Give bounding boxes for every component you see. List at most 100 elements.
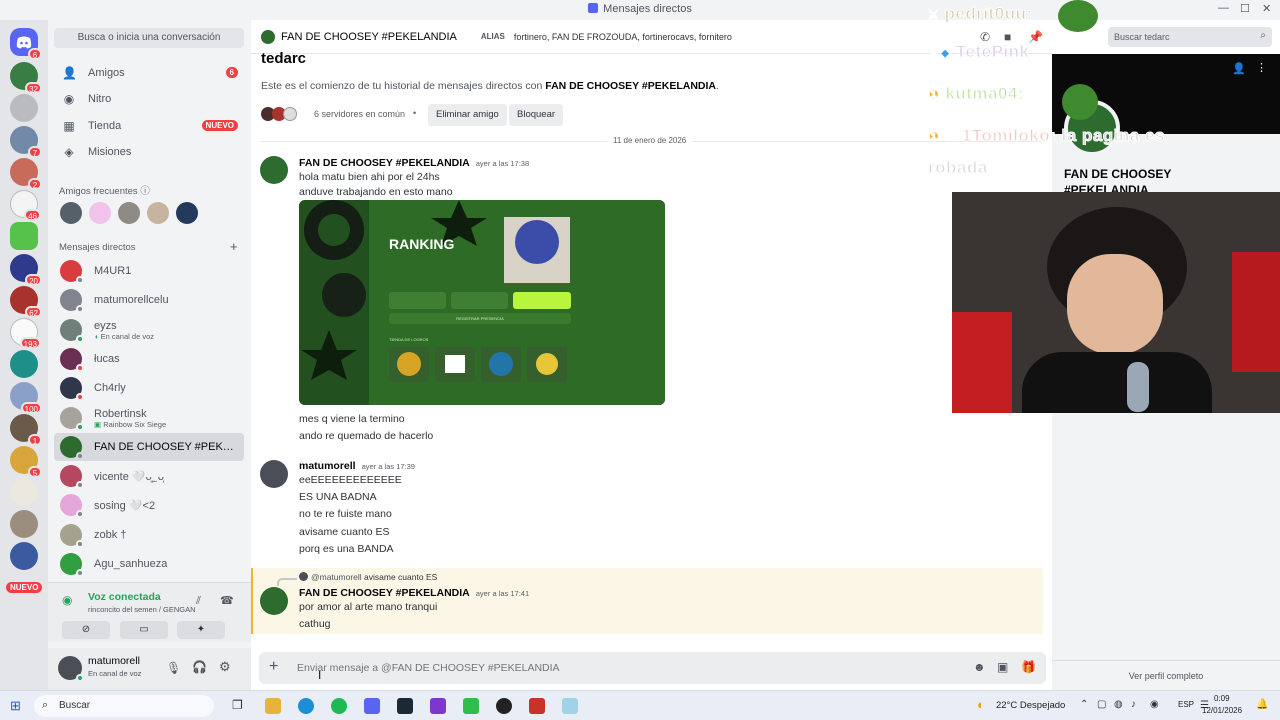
maximize-icon[interactable]: ☐ (1240, 2, 1250, 15)
dm-item[interactable]: matumorellcelu (54, 286, 244, 314)
frequent-friend-avatar[interactable] (89, 202, 111, 224)
windows-start-icon[interactable]: ⊞ (10, 698, 21, 714)
close-icon[interactable]: ✕ (1262, 2, 1271, 15)
activities-button[interactable]: ✦ (177, 621, 225, 639)
task-view-icon[interactable]: ❐ (232, 698, 243, 712)
frequent-friend-avatar[interactable] (176, 202, 198, 224)
tray-icon[interactable]: ▢ (1097, 699, 1106, 710)
view-full-profile-link[interactable]: Ver perfil completo (1052, 660, 1280, 690)
headphones-icon[interactable]: 🎧 (192, 660, 207, 674)
server-icon[interactable] (10, 350, 38, 378)
dm-item[interactable]: Robertinsk ▣ Rainbow Six Siege (54, 404, 244, 432)
discord-icon[interactable] (364, 698, 380, 714)
notification-icon[interactable]: 🔔 (1256, 699, 1268, 710)
camera-off-button[interactable]: ⊘ (62, 621, 110, 639)
server-icon[interactable]: 32 (10, 62, 42, 94)
steam-icon[interactable] (397, 698, 413, 714)
sticker-icon[interactable]: ☻ (973, 660, 986, 674)
home-button[interactable]: 6 (10, 28, 42, 60)
weather-text[interactable]: 22°C Despejado (996, 700, 1065, 711)
edge-icon[interactable] (298, 698, 314, 714)
voice-channel[interactable]: rinconcito del semen / GENGAN (88, 605, 196, 614)
app-icon[interactable] (529, 698, 545, 714)
message-author[interactable]: FAN DE CHOOSEY #PEKELANDIA ayer a las 17:… (299, 157, 529, 169)
screen-share-button[interactable]: ▭ (120, 621, 168, 639)
dm-item[interactable]: M4UR1 (54, 257, 244, 285)
message-author[interactable]: FAN DE CHOOSEY #PEKELANDIA ayer a las 17:… (299, 587, 529, 599)
obs-icon[interactable] (496, 698, 512, 714)
nav-friends[interactable]: 👤 Amigos 6 (54, 60, 244, 86)
server-icon[interactable]: 46 (10, 190, 41, 221)
tray-icon[interactable]: ◉ (1150, 699, 1159, 710)
avatar[interactable] (58, 656, 84, 682)
server-icon[interactable] (10, 510, 38, 538)
server-icon[interactable] (10, 222, 38, 250)
app-icon[interactable] (463, 698, 479, 714)
nav-shop[interactable]: ▦ Tienda NUEVO (54, 113, 244, 139)
search-box[interactable]: Buscar tedarc ⌕ (1108, 27, 1272, 47)
server-icon[interactable]: 2 (10, 158, 42, 190)
server-icon[interactable]: 193 (10, 318, 41, 349)
mutual-servers[interactable]: 6 servidores en común (314, 109, 405, 119)
dm-item[interactable]: Ch4rly (54, 374, 244, 402)
avatar[interactable] (260, 156, 288, 184)
nav-quests[interactable]: ◈ Misiones (54, 139, 244, 165)
remove-friend-button[interactable]: Eliminar amigo (428, 104, 507, 126)
add-attachment-icon[interactable]: + (269, 658, 278, 676)
file-explorer-icon[interactable] (265, 698, 281, 714)
dm-item[interactable]: eyzs ◖ En canal de voz (54, 316, 244, 344)
server-icon[interactable]: 100 (10, 382, 42, 414)
tray-icon[interactable]: ◍ (1114, 699, 1123, 710)
server-icon[interactable]: 5 (10, 446, 42, 478)
message-author[interactable]: matumorell ayer a las 17:39 (299, 460, 415, 472)
server-icon[interactable]: 1 (10, 414, 42, 446)
tray-chevron-icon[interactable]: ⌃ (1080, 699, 1088, 710)
server-icon[interactable]: 62 (10, 286, 42, 318)
settings-gear-icon[interactable]: ⚙ (219, 659, 231, 675)
disconnect-icon[interactable]: ☎ (220, 594, 234, 607)
rank-one-icon: ❶ (927, 87, 941, 103)
dm-item[interactable]: sosing 🤍<2 (54, 491, 244, 519)
frequent-friend-avatar[interactable] (118, 202, 140, 224)
dm-item[interactable]: zobk † (54, 521, 244, 549)
gift-icon[interactable]: 🎁 (1021, 660, 1036, 674)
dm-item[interactable]: vicente 🤍ᴗ͈ ̫ ᴗ͈ (54, 462, 244, 490)
avatar[interactable] (260, 460, 288, 488)
add-friend-icon[interactable]: 👤 (1232, 62, 1246, 75)
avatar[interactable] (260, 587, 288, 615)
noise-suppression-icon[interactable]: ⫽ (196, 595, 201, 608)
block-button[interactable]: Bloquear (509, 104, 564, 126)
add-dm-icon[interactable]: + (230, 239, 238, 254)
reply-preview[interactable]: @matumorell avisame cuanto ES (299, 572, 437, 582)
server-icon[interactable] (10, 542, 38, 570)
spotify-icon[interactable] (331, 698, 347, 714)
webcam-overlay (952, 192, 1280, 413)
dm-item[interactable]: Agu_sanhueza (54, 550, 244, 578)
mutual-server-icons[interactable] (261, 107, 301, 121)
taskbar-search[interactable]: ⌕ Buscar (34, 695, 214, 717)
more-options-icon[interactable]: ⋮ (1256, 61, 1267, 74)
dm-item-selected[interactable]: FAN DE CHOOSEY #PEKELA... (54, 433, 244, 461)
server-icon[interactable] (10, 478, 38, 506)
frequent-friend-avatar[interactable] (147, 202, 169, 224)
minimize-icon[interactable]: — (1218, 2, 1229, 14)
language-indicator[interactable]: ESP (1178, 700, 1194, 709)
app-icon[interactable] (430, 698, 446, 714)
nav-nitro[interactable]: ◉ Nitro (54, 86, 244, 112)
conversation-search-button[interactable]: Busca o inicia una conversación (54, 28, 244, 48)
message-text: porq es una BANDA (299, 543, 394, 555)
message-input[interactable] (297, 658, 957, 678)
frequent-friend-avatar[interactable] (60, 202, 82, 224)
clock-time[interactable]: 0:09 (1214, 694, 1230, 703)
server-icon[interactable]: 20 (10, 254, 42, 286)
pin-icon[interactable]: 📌 (1028, 30, 1043, 44)
microphone-icon[interactable]: 🎙 (166, 661, 181, 675)
attached-image[interactable]: RANKING REGISTRAR PRESENCIA TIENDA DE LO… (299, 200, 665, 405)
server-icon[interactable] (10, 94, 38, 122)
dm-item[interactable]: łucas (54, 345, 244, 373)
server-icon[interactable]: 7 (10, 126, 42, 158)
tray-icon[interactable]: ♪ (1131, 699, 1136, 710)
app-icon[interactable] (562, 698, 578, 714)
clock-date[interactable]: 12/01/2026 (1202, 706, 1242, 715)
gif-icon[interactable]: ▣ (997, 660, 1008, 674)
